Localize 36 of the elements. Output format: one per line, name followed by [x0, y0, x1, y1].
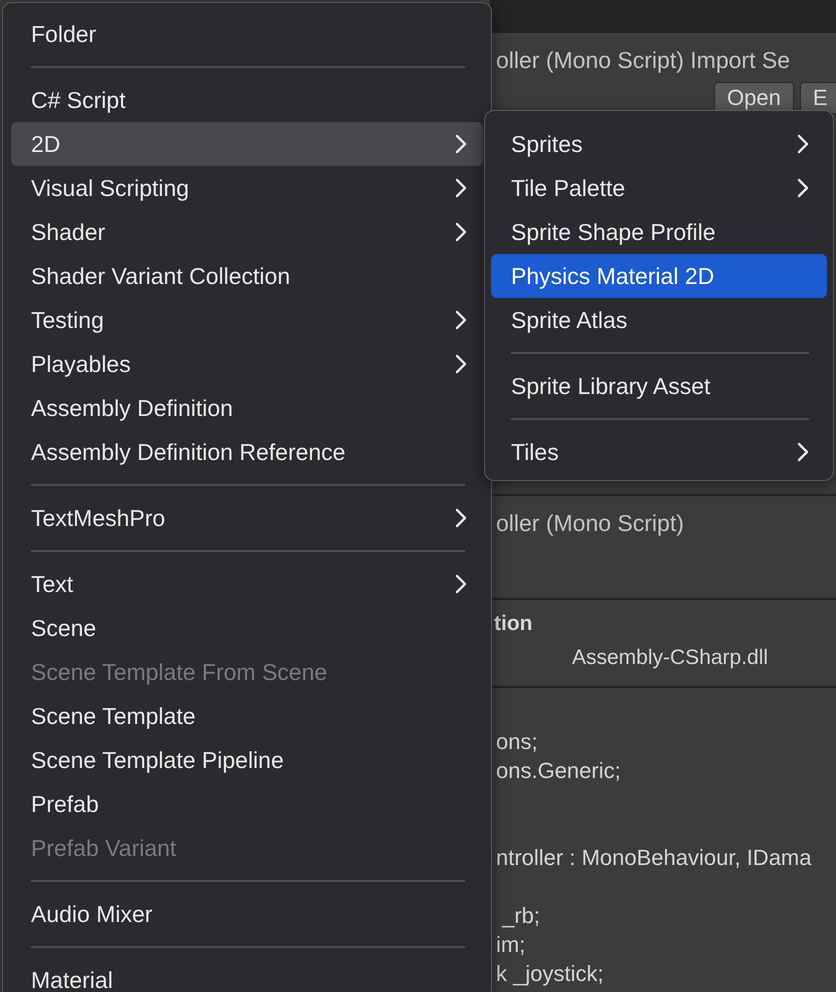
inspector-title: oller (Mono Script) Import Se: [496, 47, 791, 74]
menu-item[interactable]: Text: [11, 562, 483, 606]
menu-item[interactable]: Scene Template Pipeline: [11, 738, 483, 782]
assembly-name: Assembly-CSharp.dll: [572, 646, 770, 670]
menu-item[interactable]: Sprite Atlas: [491, 298, 827, 342]
menu-item[interactable]: Scene: [11, 606, 483, 650]
code-line: _rb;: [500, 903, 540, 928]
code-line: k _joystick;: [496, 961, 604, 986]
menu-item[interactable]: Playables: [11, 342, 483, 386]
menu-item[interactable]: Material: [11, 958, 483, 992]
menu-item[interactable]: Tile Palette: [491, 166, 827, 210]
menu-item[interactable]: Assembly Definition: [11, 386, 483, 430]
menu-item[interactable]: Shader: [11, 210, 483, 254]
menu-item[interactable]: Physics Material 2D: [491, 254, 827, 298]
menu-item[interactable]: Testing: [11, 298, 483, 342]
code-line: ons.Generic;: [496, 758, 621, 783]
code-line: ons;: [496, 729, 538, 754]
menu-item[interactable]: C# Script: [11, 78, 483, 122]
code-line: ntroller : MonoBehaviour, IDama: [496, 845, 812, 870]
menu-item[interactable]: Sprite Library Asset: [491, 364, 827, 408]
menu-item[interactable]: Scene Template: [11, 694, 483, 738]
menu-item[interactable]: Shader Variant Collection: [11, 254, 483, 298]
menu-item[interactable]: Sprites: [491, 122, 827, 166]
menu-item[interactable]: Prefab: [11, 782, 483, 826]
menu-item[interactable]: 2D: [11, 122, 483, 166]
menu-item[interactable]: Tiles: [491, 430, 827, 474]
menu-item[interactable]: Audio Mixer: [11, 892, 483, 936]
script-title: oller (Mono Script): [496, 510, 685, 537]
menu-item[interactable]: Assembly Definition Reference: [11, 430, 483, 474]
menu-item[interactable]: Sprite Shape Profile: [491, 210, 827, 254]
menu-item[interactable]: TextMeshPro: [11, 496, 483, 540]
section-heading: tion: [494, 612, 534, 636]
code-line: im;: [496, 932, 526, 957]
menu-item[interactable]: Folder: [11, 12, 483, 56]
menu-item[interactable]: Visual Scripting: [11, 166, 483, 210]
inspector-button[interactable]: E: [800, 82, 836, 114]
